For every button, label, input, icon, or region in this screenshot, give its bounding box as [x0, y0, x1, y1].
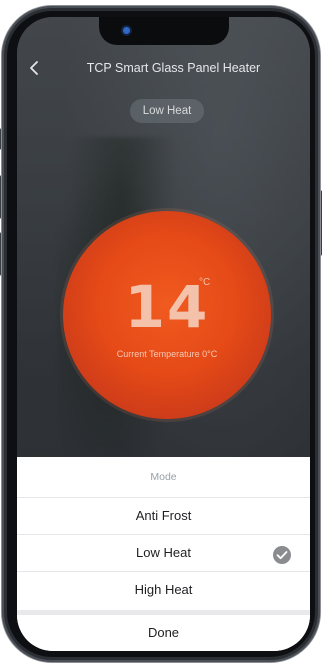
mode-option-label: Low Heat	[136, 545, 191, 560]
page-title: TCP Smart Glass Panel Heater	[86, 61, 261, 75]
temperature-dial: 14 °C Current Temperature 0°C	[63, 211, 271, 419]
temperature-value: 14	[124, 273, 210, 341]
mode-option-anti-frost[interactable]: Anti Frost	[17, 498, 310, 535]
mode-option-label: High Heat	[134, 582, 193, 597]
app-screen: TCP Smart Glass Panel Heater Low Heat 14…	[17, 17, 310, 651]
sheet-title: Mode	[17, 457, 310, 498]
check-circle-icon	[272, 543, 292, 564]
chevron-left-icon[interactable]	[25, 57, 45, 79]
device-stage: TCP Smart Glass Panel Heater Low Heat 14…	[0, 0, 327, 664]
current-mode-pill[interactable]: Low Heat	[130, 99, 204, 123]
mode-option-label: Anti Frost	[135, 508, 192, 523]
temperature-unit: °C	[199, 277, 211, 288]
app-header: TCP Smart Glass Panel Heater	[17, 53, 310, 83]
front-camera	[123, 27, 130, 34]
done-button[interactable]: Done	[17, 615, 310, 651]
mode-option-low-heat[interactable]: Low Heat	[17, 535, 310, 572]
mode-option-high-heat[interactable]: High Heat	[17, 572, 310, 608]
mode-bottom-sheet: Mode Anti Frost Low Heat High Heat Done	[17, 457, 310, 651]
notch	[99, 17, 229, 45]
current-temperature-caption: Current Temperature 0°C	[116, 349, 218, 359]
